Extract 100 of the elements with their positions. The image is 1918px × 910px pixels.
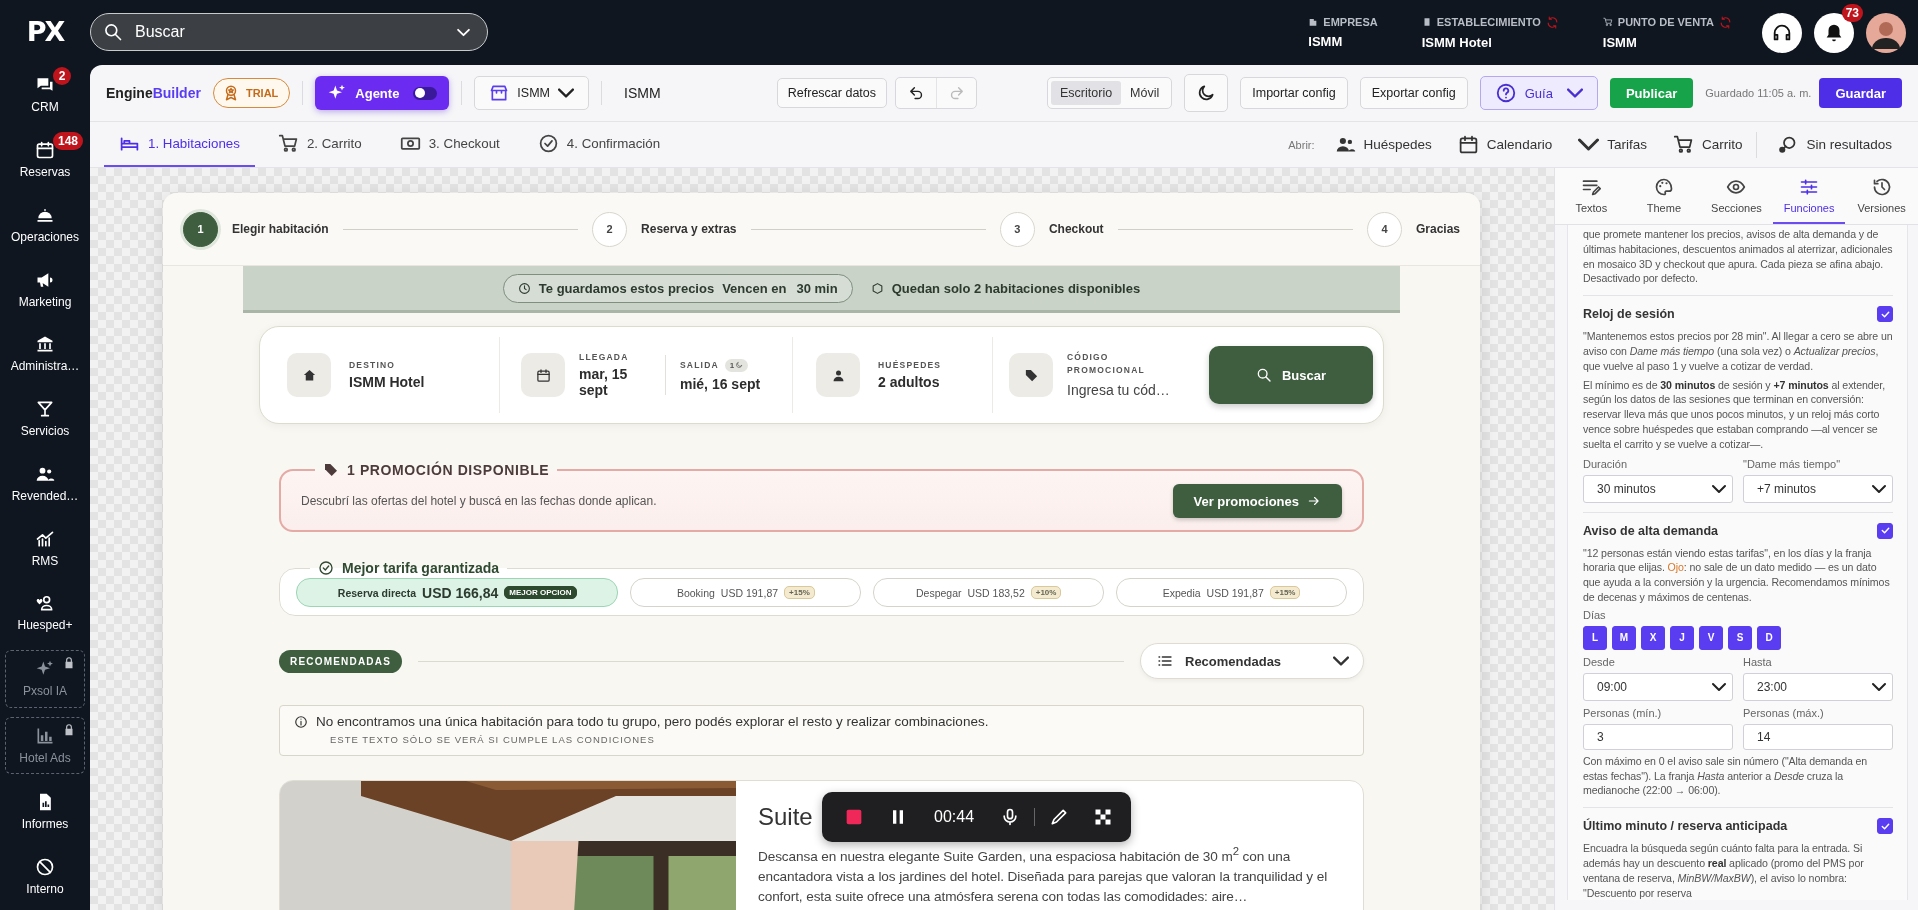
open-link[interactable]: Tarifas <box>1578 122 1647 167</box>
promo-code-field[interactable]: Ingresa tu cód… <box>1067 381 1187 398</box>
field-label: DESTINO <box>349 360 397 370</box>
sidebar-item[interactable]: Servicios <box>5 387 85 450</box>
open-link[interactable]: Huéspedes <box>1334 122 1432 167</box>
panel-tab[interactable]: Secciones <box>1700 168 1773 224</box>
export-button[interactable]: Exportar config <box>1359 77 1468 109</box>
date-value[interactable]: mar, 15 sept <box>579 366 651 398</box>
day-toggle[interactable]: L <box>1583 625 1607 650</box>
field-label: CÓDIGO PROMOCIONAL <box>1067 351 1146 377</box>
select-field[interactable]: 23:00 <box>1743 672 1893 701</box>
refresh-button[interactable]: Refrescar datos <box>776 78 887 108</box>
clock-icon <box>517 281 531 295</box>
view-tab[interactable]: Escritorio <box>1051 81 1122 105</box>
guide-button[interactable]: Guía <box>1479 76 1598 110</box>
search-icon <box>103 21 123 42</box>
context-label: ESTABLECIMIENTO <box>1436 16 1541 28</box>
context-value[interactable]: ISMM Hotel <box>1421 34 1559 50</box>
undo-icon <box>907 84 925 102</box>
count-badge: 148 <box>53 131 84 150</box>
description: Encuadra la búsqueda según cuánto falta para la entrada. Si además hay un descuento real aplicado (promo del PMS por ventana de reserva, MinBW/MaxBW), el aviso lo nombra: "Descuento por reserva <box>1583 841 1865 901</box>
promotions-button[interactable]: Ver promociones <box>1172 484 1342 518</box>
sidebar-item[interactable]: Administra… <box>5 322 85 385</box>
context-value[interactable]: ISMM <box>1308 33 1378 49</box>
select-field[interactable]: 30 minutos <box>1583 474 1733 503</box>
checkbox[interactable] <box>1877 306 1893 323</box>
step-label: Reserva y extras <box>641 222 737 236</box>
sidebar-item[interactable]: Informes <box>5 780 85 843</box>
agent-button[interactable]: Agente <box>315 76 450 110</box>
sidebar-item[interactable]: Pxsol IA <box>5 649 85 708</box>
step-label: Checkout <box>1048 222 1104 236</box>
sidebar-item[interactable]: CRM 2 <box>5 63 85 126</box>
step-label: Gracias <box>1415 222 1460 236</box>
app-logo[interactable]: PX <box>26 0 64 64</box>
sidebar-item[interactable]: Interno <box>5 845 85 907</box>
number-field[interactable]: 3 <box>1583 723 1733 750</box>
feature-title: Último minuto / reserva anticipada <box>1583 819 1788 834</box>
view-tab[interactable]: Móvil <box>1121 81 1169 105</box>
checkbox[interactable] <box>1877 522 1893 539</box>
step-tab[interactable]: 3. Checkout <box>384 122 515 167</box>
sidebar-item[interactable]: Hotel Ads <box>5 716 85 775</box>
day-toggle[interactable]: J <box>1670 625 1694 650</box>
select-field[interactable]: 09:00 <box>1583 672 1733 701</box>
building-icon <box>1308 16 1319 27</box>
destination-value[interactable]: ISMM Hotel <box>349 374 425 390</box>
search-field[interactable]: Buscar <box>90 12 488 51</box>
context-value[interactable]: ISMM <box>1602 34 1732 50</box>
sidebar-item[interactable]: Revended… <box>5 452 85 515</box>
sidebar-item[interactable]: Reservas 148 <box>5 128 85 191</box>
sort-select[interactable]: Recomendadas <box>1140 643 1364 679</box>
day-toggle[interactable]: M <box>1612 625 1636 650</box>
store-icon <box>489 83 510 103</box>
step-label: Elegir habitación <box>232 222 329 236</box>
step-number: 3 <box>999 211 1035 247</box>
panel-tab[interactable]: Textos <box>1555 168 1628 224</box>
palette-icon <box>1653 176 1674 197</box>
number-field[interactable]: 14 <box>1743 723 1893 750</box>
panel-tab[interactable]: Theme <box>1627 168 1701 224</box>
property-select[interactable]: ISMM <box>474 76 589 110</box>
save-button[interactable]: Guardar <box>1819 78 1902 108</box>
section-tag: RECOMENDADAS <box>279 649 403 673</box>
sidebar-item[interactable]: Marketing <box>5 258 85 320</box>
toggle-switch[interactable] <box>413 86 438 100</box>
description: que promete mantener los precios, avisos de alta demanda y de últimas habitaciones, descuentos animados al aterrizar, adicionales en mosaico 3D y checkout que apura. Cada pieza se afina abajo. Desactivado por defecto. <box>1583 227 1893 287</box>
promotion-title: 1 PROMOCIÓN DISPONIBLE <box>315 462 558 478</box>
cart-icon <box>1602 17 1613 27</box>
cocktail-icon <box>35 399 55 420</box>
bank-icon <box>35 334 55 355</box>
day-toggle[interactable]: X <box>1641 625 1665 650</box>
sidebar-item[interactable]: Operaciones <box>5 193 85 256</box>
search-icon <box>1255 367 1272 383</box>
guests-value[interactable]: 2 adultos <box>878 374 942 390</box>
step-tab[interactable]: 4. Confirmación <box>522 122 676 167</box>
day-toggle[interactable]: D <box>1757 625 1781 650</box>
feature-title: Aviso de alta demanda <box>1583 523 1718 538</box>
hold-text: Te guardamos estos precios <box>538 280 715 296</box>
open-link[interactable]: Carrito <box>1672 122 1743 167</box>
room-description: Descansa en nuestra elegante Suite Garden, una espaciosa habitación de 30 m$^{2}$ con una encantadora vista a los jardines del hotel. Diseñada para parejas que valoran la tranquilidad y el confort, esta suite ofrece una atmósfera serena con todas las comodidades: aire… <box>758 844 1329 906</box>
checkbox[interactable] <box>1877 818 1893 835</box>
promotion-text: Descubrí las ofertas del hotel y buscá en las fechas donde aplican. <box>301 494 657 508</box>
date-value[interactable]: mié, 16 sept <box>680 375 790 392</box>
import-button[interactable]: Importar config <box>1240 77 1348 109</box>
select-field[interactable]: +7 minutos <box>1743 474 1893 503</box>
sidebar-item[interactable]: Huesped+ <box>5 582 85 644</box>
field-label: "Dame más tiempo" <box>1743 457 1842 470</box>
search-button[interactable]: Buscar <box>1209 346 1373 404</box>
recording-time: 00:44 <box>934 808 975 826</box>
avatar[interactable] <box>1866 12 1906 53</box>
theme-button[interactable] <box>1184 74 1229 112</box>
day-toggle[interactable]: S <box>1728 625 1752 650</box>
rate-tag: +10% <box>1030 586 1062 599</box>
open-link[interactable]: Sin resultados <box>1777 122 1892 167</box>
step-tab[interactable]: 2. Carrito <box>262 122 377 167</box>
moon-icon <box>735 361 744 369</box>
sidebar-item[interactable]: RMS <box>5 517 85 580</box>
open-link[interactable]: Calendario <box>1457 122 1553 167</box>
support-button[interactable] <box>1762 12 1802 53</box>
panel-tab[interactable]: Versiones <box>1845 168 1918 224</box>
field-label: Días <box>1583 608 1607 621</box>
day-toggle[interactable]: V <box>1699 625 1723 650</box>
